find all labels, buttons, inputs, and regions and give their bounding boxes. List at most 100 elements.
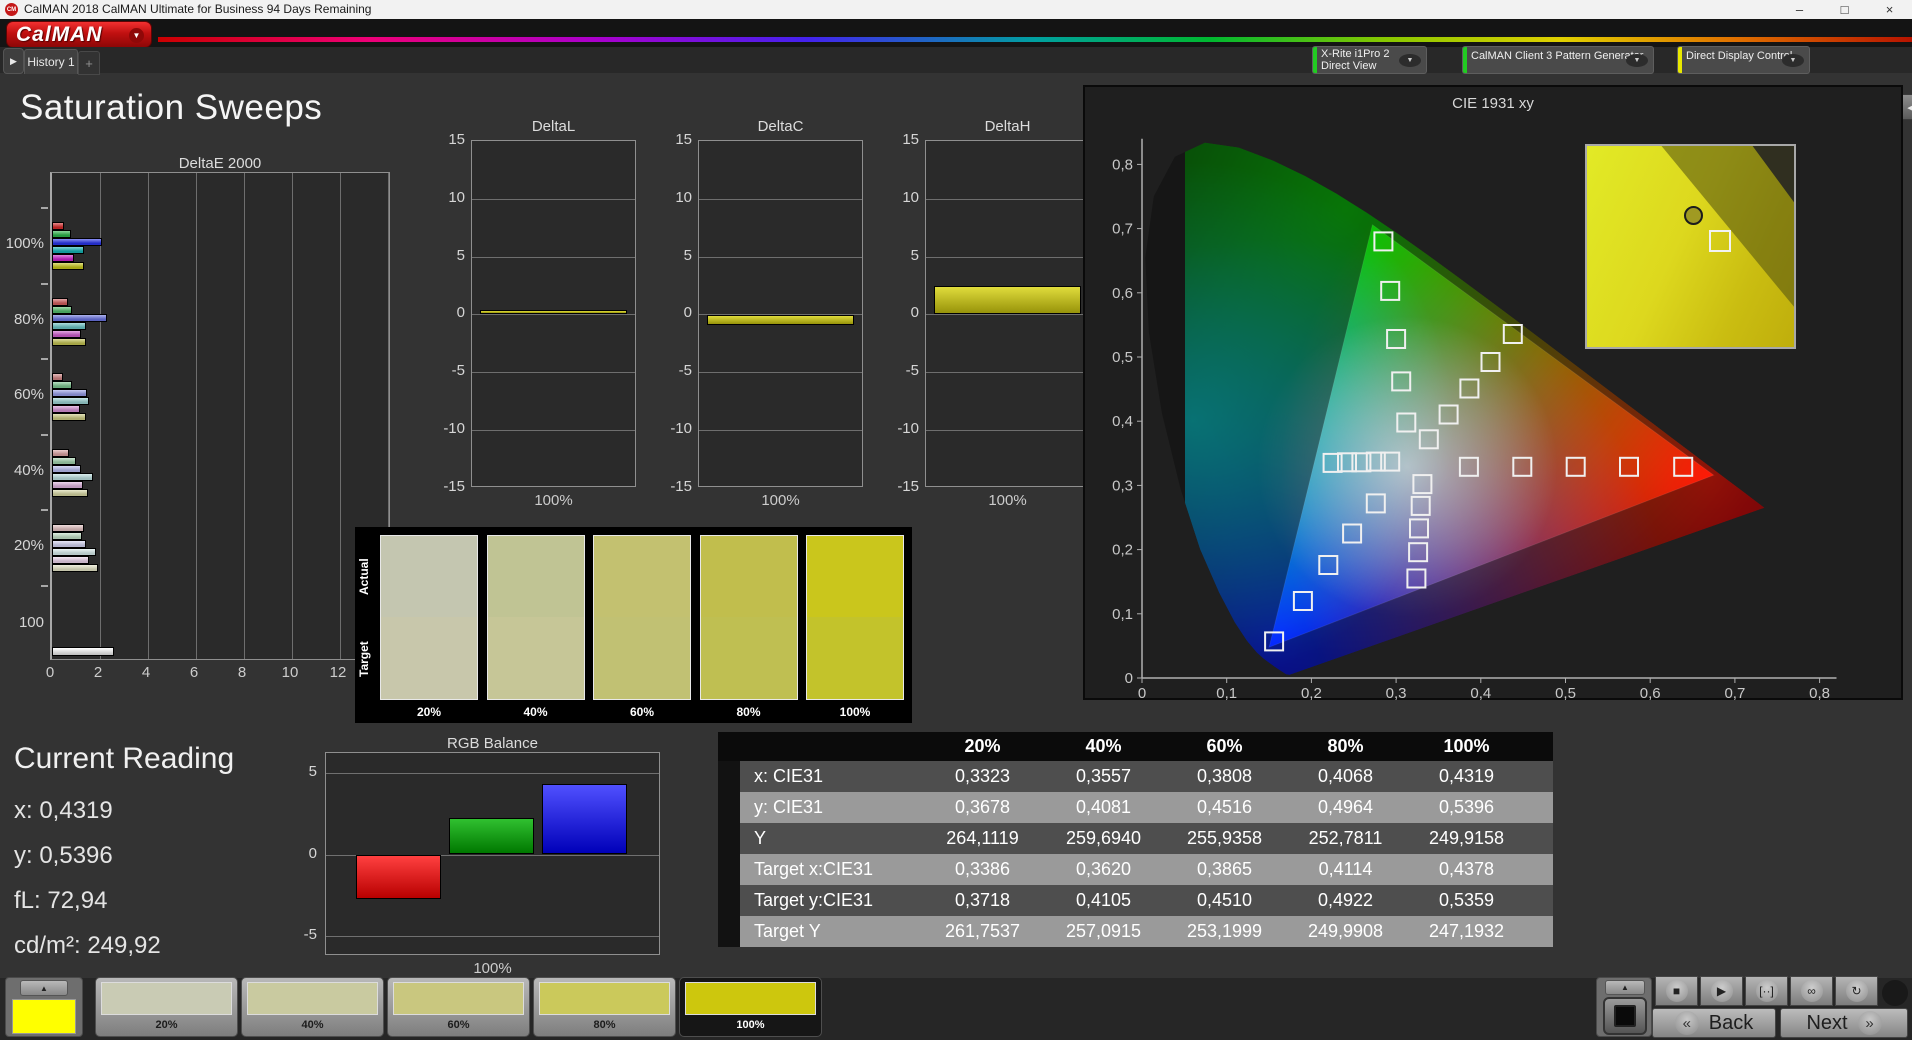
- repeat-button[interactable]: ↻: [1835, 976, 1878, 1006]
- deltae-bar-blue: [52, 464, 81, 473]
- table-row-pad: [1527, 916, 1553, 947]
- table-row-label: Target x:CIE31: [740, 854, 922, 885]
- cie-zoom-inset: [1585, 144, 1796, 349]
- pattern-generator-label: CalMAN Client 3 Pattern Generator: [1471, 50, 1644, 62]
- actual-target-swatch-panel: Actual Target 20% 40% 60% 80% 100%: [355, 527, 912, 723]
- pattern-swatch: [393, 982, 524, 1015]
- continuous-button[interactable]: ∞: [1790, 976, 1833, 1006]
- actual-swatch-100%: [806, 535, 904, 617]
- page-title: Saturation Sweeps: [20, 88, 323, 127]
- deltae2000-chart: [50, 172, 390, 660]
- minimize-icon[interactable]: –: [1777, 0, 1822, 19]
- deltae-bar-red: [52, 373, 63, 381]
- table-cell: 0,4922: [1285, 885, 1406, 916]
- pattern-level-button-20%[interactable]: 20%: [95, 977, 238, 1037]
- window-title: CalMAN 2018 CalMAN Ultimate for Business…: [24, 2, 372, 16]
- deltae2000-y-axis: 100% 80% 60% 40% 20% 100: [0, 172, 48, 660]
- deltaC-bar: [707, 314, 854, 325]
- cie-y-tick-label: 0,2: [1112, 542, 1133, 559]
- deltae-x-tick: 2: [93, 664, 103, 681]
- rgb-balance-chart-title: RGB Balance: [447, 735, 538, 752]
- axis-tick: [41, 509, 48, 511]
- deltaH-y-axis: 15 10 5 0 -5 -10 -15: [879, 131, 921, 495]
- window-controls: – □ ×: [1777, 0, 1912, 19]
- meter-dropdown[interactable]: X-Rite i1Pro 2 Direct View ▼: [1312, 46, 1427, 74]
- play-button[interactable]: ▶: [1700, 976, 1743, 1006]
- back-button[interactable]: « Back: [1652, 1008, 1776, 1038]
- y-tick-label: 10: [448, 188, 465, 206]
- table-cell: 0,3323: [922, 761, 1043, 792]
- pattern-level-button-80%[interactable]: 80%: [533, 977, 676, 1037]
- current-reading-line: x: 0,4319: [14, 797, 113, 824]
- actual-swatch-40%: [486, 535, 585, 617]
- stop-button[interactable]: ■: [1655, 976, 1698, 1006]
- swatch-level-label: 20%: [416, 705, 442, 719]
- axis-tick: [41, 584, 48, 587]
- pattern-generator-status-indicator: [1463, 47, 1467, 73]
- target-swatch-80%: [699, 617, 798, 700]
- table-cell: 261,7537: [922, 916, 1043, 947]
- gridline: [292, 173, 293, 659]
- table-header-60%: 60%: [1164, 732, 1285, 761]
- actual-swatch-20%: [380, 535, 478, 617]
- y-tick-label: -10: [443, 420, 465, 438]
- cie-y-tick-label: 0,4: [1112, 413, 1133, 430]
- pattern-generator-dropdown[interactable]: CalMAN Client 3 Pattern Generator ▼: [1462, 46, 1654, 74]
- deltaH-bar: [934, 285, 1081, 315]
- nav-forward-button[interactable]: ▶: [3, 48, 24, 74]
- expand-color-panel-button[interactable]: ▲: [20, 980, 68, 996]
- actual-swatch-80%: [699, 535, 798, 617]
- deltae-x-tick: 6: [189, 664, 199, 681]
- close-icon[interactable]: ×: [1867, 0, 1912, 19]
- pattern-level-button-100%[interactable]: 100%: [679, 977, 822, 1037]
- table-header-40%: 40%: [1043, 732, 1164, 761]
- gridline: [196, 173, 197, 659]
- tab-history-1[interactable]: History 1: [24, 49, 78, 74]
- pattern-window-button[interactable]: [1603, 997, 1647, 1035]
- app-icon-text: CM: [6, 6, 17, 13]
- y-tick-label: 0: [456, 304, 465, 322]
- next-button[interactable]: Next »: [1780, 1008, 1908, 1038]
- deltae-x-tick: 12: [329, 664, 347, 681]
- bottom-toolbar: ▲ 20% 40% 60% 80% 100% ▲ ■ ▶ [··] ∞ ↻ « Back Nex…: [0, 976, 1912, 1040]
- swatch-level-label: 80%: [736, 705, 761, 719]
- meter-mode: Direct View: [1321, 60, 1377, 72]
- deltae-bar-white: [52, 647, 115, 656]
- swatch-level-label: 60%: [629, 705, 655, 719]
- deltae-bar-cyan: [52, 397, 90, 405]
- tab-bar: ▶ History 1 + X-Rite i1Pro 2 Direct View…: [0, 46, 1912, 121]
- y-tick-label: 5: [308, 762, 317, 780]
- pattern-level-button-40%[interactable]: 40%: [241, 977, 384, 1037]
- deltae-x-tick: 4: [141, 664, 151, 681]
- deltaL-bar: [480, 309, 627, 315]
- add-tab-button[interactable]: +: [78, 51, 100, 75]
- y-tick-label: 0: [683, 304, 692, 322]
- rgb-bar-blue: [542, 784, 627, 855]
- chevron-down-icon: ▼: [1626, 54, 1648, 67]
- table-row-strip: [718, 792, 740, 823]
- deltae-bar-magenta: [52, 480, 84, 489]
- range-icon: [··]: [1755, 980, 1778, 1002]
- display-control-dropdown[interactable]: Direct Display Control ▼: [1677, 46, 1810, 74]
- calman-menu-button[interactable]: CalMAN ▼: [6, 21, 152, 48]
- target-swatch-60%: [593, 617, 691, 700]
- table-cell: 0,3386: [922, 854, 1043, 885]
- nav-forward-icon: ▶: [10, 55, 17, 66]
- pattern-level-label: 40%: [301, 1019, 324, 1031]
- pattern-level-button-60%[interactable]: 60%: [387, 977, 530, 1037]
- deltae-bar-blue: [52, 389, 87, 397]
- deltae-bar-green: [52, 456, 76, 465]
- table-row-label: Target Y: [740, 916, 922, 947]
- deltae-group-label: 60%: [13, 386, 44, 403]
- range-button[interactable]: [··]: [1745, 976, 1788, 1006]
- y-tick-label: -10: [670, 420, 692, 438]
- table-cell: 257,0915: [1043, 916, 1164, 947]
- gridline: [472, 256, 635, 258]
- calman-window: CM CalMAN 2018 CalMAN Ultimate for Busin…: [0, 0, 1912, 1040]
- table-corner: [718, 732, 740, 761]
- expand-pattern-panel-button[interactable]: ▲: [1605, 980, 1645, 995]
- meter-name: X-Rite i1Pro 2: [1321, 48, 1390, 60]
- table-header-20%: 20%: [922, 732, 1043, 761]
- cie-x-tick-label: 0: [1138, 685, 1146, 702]
- maximize-icon[interactable]: □: [1822, 0, 1867, 19]
